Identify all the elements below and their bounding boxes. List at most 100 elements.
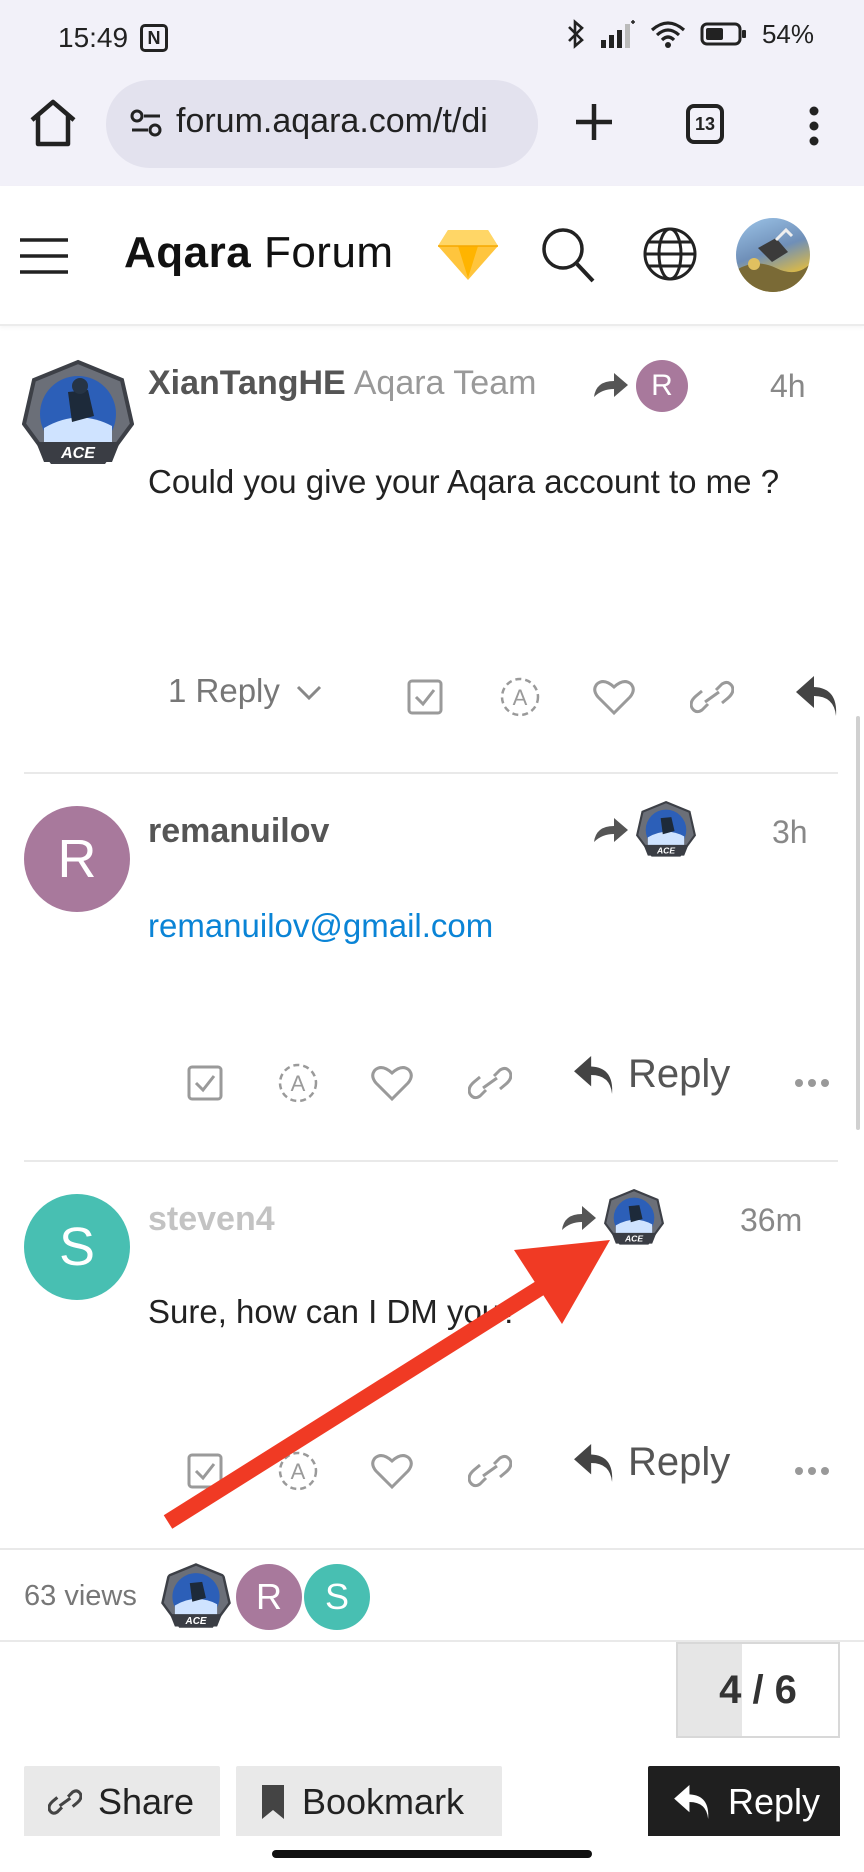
- solution-checkbox-icon[interactable]: [186, 1064, 224, 1102]
- reply-arrow-icon: [574, 1443, 613, 1482]
- reply-to-indicator[interactable]: ACE: [592, 800, 696, 862]
- translate-icon[interactable]: A: [276, 1450, 320, 1492]
- user-avatar-image: [736, 227, 810, 292]
- author-title: Aqara Team: [353, 364, 537, 402]
- replies-count: 1 Reply: [168, 672, 280, 709]
- reply-to-indicator[interactable]: R: [592, 360, 688, 412]
- address-bar[interactable]: forum.aqara.com/t/di: [106, 80, 538, 168]
- bookmark-button[interactable]: Bookmark: [236, 1766, 502, 1838]
- status-indicators: 54%: [566, 18, 814, 50]
- svg-text:A: A: [291, 1071, 306, 1096]
- post-actions: A Reply: [0, 1052, 864, 1112]
- reply-label: Reply: [628, 1440, 731, 1484]
- brand-suffix: Forum: [263, 228, 394, 277]
- reply-to-arrow-icon: [562, 1206, 596, 1230]
- svg-text:ACE: ACE: [624, 1233, 643, 1243]
- share-button[interactable]: Share: [24, 1766, 220, 1838]
- translate-icon[interactable]: A: [498, 676, 542, 718]
- chevron-down-icon: [297, 685, 322, 701]
- views-count: 63 views: [24, 1580, 137, 1612]
- link-icon: [48, 1789, 82, 1815]
- reply-label: Reply: [628, 1052, 731, 1096]
- reply-to-arrow-icon: [594, 373, 628, 397]
- signal-icon: [600, 20, 635, 48]
- menu-kebab-icon[interactable]: [808, 106, 820, 146]
- post-actions: 1 Reply A: [0, 666, 864, 726]
- more-options-icon[interactable]: [794, 1466, 830, 1476]
- status-time: 15:49: [58, 22, 129, 53]
- browser-chrome: 15:49 N 54% forum.aqara.com/t/di 13: [0, 0, 864, 186]
- copy-link-icon[interactable]: [468, 1066, 512, 1100]
- author-name[interactable]: steven4: [148, 1200, 275, 1239]
- wifi-icon: [650, 21, 686, 48]
- hamburger-menu-icon[interactable]: [20, 236, 68, 276]
- translate-icon[interactable]: A: [276, 1062, 320, 1104]
- participant-avatar-s[interactable]: S: [304, 1564, 370, 1630]
- ace-avatar-badge[interactable]: ACE: [22, 358, 134, 474]
- reply-button[interactable]: Reply: [572, 1440, 730, 1485]
- post-separator: [24, 772, 838, 774]
- battery-icon: [700, 22, 746, 46]
- svg-text:A: A: [513, 685, 528, 710]
- svg-text:ACE: ACE: [656, 845, 675, 855]
- diamond-badge-icon[interactable]: [436, 228, 500, 282]
- reply-arrow-icon[interactable]: [794, 676, 840, 716]
- more-options-icon[interactable]: [794, 1078, 830, 1088]
- forum-header: Aqara Forum: [0, 186, 864, 326]
- reply-to-avatar[interactable]: R: [636, 360, 688, 412]
- post-author[interactable]: XianTangHE Aqara Team: [148, 364, 536, 403]
- reply-to-indicator[interactable]: ACE: [560, 1188, 664, 1250]
- author-name[interactable]: remanuilov: [148, 812, 329, 851]
- avatar[interactable]: R: [24, 806, 130, 912]
- post-time[interactable]: 4h: [770, 368, 806, 405]
- like-heart-icon[interactable]: [370, 1064, 414, 1102]
- url-fade: [508, 80, 538, 168]
- bookmark-icon: [262, 1785, 284, 1819]
- solution-checkbox-icon[interactable]: [406, 678, 444, 716]
- participant-avatar-r[interactable]: R: [236, 1564, 302, 1630]
- copy-link-icon[interactable]: [690, 680, 734, 714]
- topic-progress[interactable]: 4 / 6: [676, 1642, 840, 1738]
- topic-reply-label: Reply: [728, 1781, 821, 1822]
- gesture-handle[interactable]: [272, 1850, 592, 1858]
- reply-button[interactable]: Reply: [572, 1052, 730, 1097]
- post-actions: A Reply: [0, 1440, 864, 1500]
- new-tab-icon[interactable]: [572, 100, 616, 144]
- reply-to-ace-badge[interactable]: ACE: [604, 1188, 664, 1250]
- post-time[interactable]: 36m: [740, 1202, 802, 1239]
- home-icon[interactable]: [26, 98, 80, 148]
- bluetooth-icon: [568, 19, 584, 49]
- battery-percent: 54%: [761, 18, 814, 49]
- nfc-icon: N: [140, 24, 168, 52]
- post-body: Could you give your Aqara account to me …: [148, 463, 780, 500]
- topic-reply-button[interactable]: Reply: [648, 1766, 840, 1838]
- reply-to-ace-badge[interactable]: ACE: [636, 800, 696, 862]
- topic-stats: 63 views ACE R S: [0, 1548, 864, 1642]
- solution-checkbox-icon[interactable]: [186, 1452, 224, 1490]
- forum-logo[interactable]: Aqara Forum: [124, 228, 394, 278]
- like-heart-icon[interactable]: [370, 1452, 414, 1490]
- share-label: Share: [98, 1781, 195, 1822]
- reply-arrow-icon: [574, 1055, 613, 1094]
- reply-arrow-icon: [674, 1785, 709, 1819]
- copy-link-icon[interactable]: [468, 1454, 512, 1488]
- post-time[interactable]: 3h: [772, 814, 808, 851]
- url-text[interactable]: forum.aqara.com/t/di: [176, 102, 488, 141]
- tab-switcher-icon[interactable]: 13: [686, 104, 724, 144]
- svg-text:ACE: ACE: [60, 445, 96, 462]
- post-email-link[interactable]: remanuilov@gmail.com: [148, 900, 493, 952]
- avatar[interactable]: S: [24, 1194, 130, 1300]
- search-icon[interactable]: [540, 226, 596, 284]
- globe-icon[interactable]: [642, 226, 698, 282]
- user-avatar[interactable]: [736, 218, 810, 292]
- reply-to-arrow-icon: [594, 818, 628, 842]
- site-settings-icon[interactable]: [130, 108, 162, 138]
- like-heart-icon[interactable]: [592, 678, 636, 716]
- participant-ace-avatar[interactable]: ACE: [160, 1562, 232, 1634]
- author-name[interactable]: XianTangHE: [148, 364, 346, 402]
- post-body: Sure, how can I DM you?: [148, 1293, 519, 1330]
- brand-name: Aqara: [124, 228, 252, 277]
- svg-text:A: A: [291, 1459, 306, 1484]
- show-replies-button[interactable]: 1 Reply: [168, 672, 323, 710]
- scrollbar-thumb[interactable]: [856, 716, 860, 1130]
